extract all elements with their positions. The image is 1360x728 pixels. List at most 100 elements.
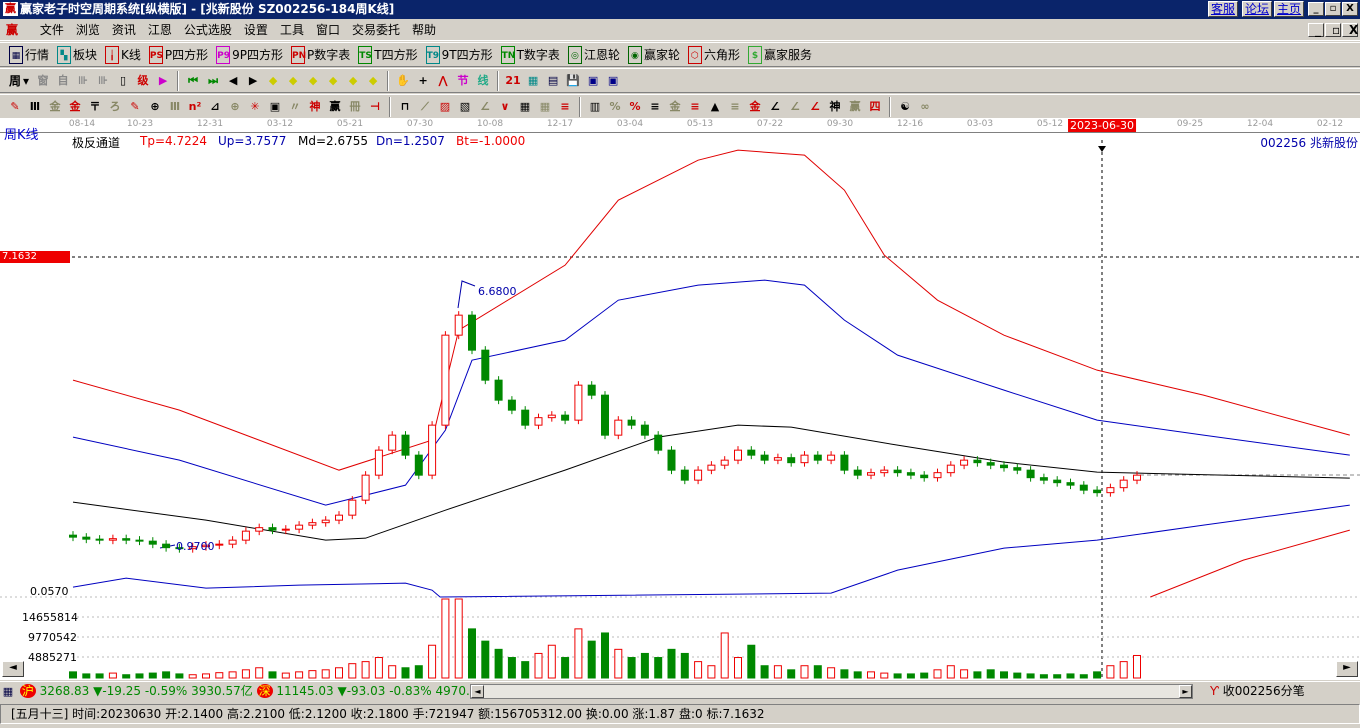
candle-body [707,464,716,471]
volume-bar [308,670,317,679]
candle-body [680,469,689,481]
volume-bar [906,673,915,679]
volume-bar [494,648,503,679]
channel-line-dn [72,504,1350,598]
candle-body [614,419,623,436]
shanghai-index: 3268.83 ▼-19.25 -0.59% 3930.57亿 [39,684,253,698]
candle-body [574,384,583,421]
volume-tick: 4885271 [28,651,77,664]
volume-bar [507,657,516,679]
candle-body [747,449,756,456]
max-price-label: 6.6800 [478,285,517,298]
volume-bar [281,672,290,679]
volume-bar [1053,674,1062,679]
scroll-right-button[interactable]: ► [1336,661,1358,677]
volume-bar [295,671,304,679]
candle-body [507,399,516,411]
candle-body [148,540,157,545]
candle-body [361,474,370,501]
volume-bar [853,671,862,679]
volume-bar [241,669,250,679]
candle-body [374,449,383,476]
volume-bar [215,672,224,679]
volume-bar [268,671,277,679]
candle-body [335,514,343,521]
volume-bar [654,657,663,679]
lower-axis-label: 0.0570 [30,585,69,598]
volume-bar [694,661,703,679]
volume-bar [162,671,171,679]
candle-body [773,457,782,461]
candle-body [228,539,237,545]
volume-bar [414,665,423,679]
tick-detail-label: 收002256分笔 [1222,684,1305,698]
tick-detail-link[interactable]: Ƴ 收002256分笔 [1210,682,1305,701]
volume-bar [1133,654,1141,679]
candle-body [308,522,317,526]
volume-bar [680,652,689,679]
volume-bar [747,644,756,679]
volume-bar [640,652,649,679]
volume-bar [82,673,91,679]
volume-bar [840,669,849,679]
candle-body [1053,479,1062,484]
price-marker-label: 7.1632 [0,251,70,263]
candle-body [973,459,982,464]
bar-info: [五月十三] 时间:20230630 开:2.1400 高:2.2100 低:2… [0,704,1360,724]
candle-body [760,454,769,461]
candle-body [1013,467,1022,471]
candle-body [813,454,822,461]
scrollbar-left[interactable]: ◄ [471,685,484,698]
volume-bar [880,672,889,679]
candle-body [906,472,915,476]
candle-body [627,419,636,426]
volume-bar [614,648,623,679]
volume-bar [481,640,490,679]
candle-body [827,454,836,461]
volume-bar [388,665,397,679]
candle-body [1133,474,1141,481]
candle-body [1066,482,1075,486]
quote-table-icon[interactable]: ▦ [0,683,16,701]
volume-bar [933,669,942,679]
candle-body [720,459,729,466]
volume-bar [441,598,450,679]
candle-body [853,469,862,476]
candle-body [388,434,397,451]
volume-bar [148,672,157,679]
candle-body [321,519,330,524]
volume-bar [827,667,836,679]
volume-tick: 14655814 [22,611,78,624]
volume-bar [468,628,476,679]
candle-body [867,472,875,476]
antenna-icon: Ƴ [1210,684,1219,698]
volume-bar [348,663,357,679]
candle-body [694,469,703,481]
candle-body [414,454,423,476]
candle-body [428,424,437,476]
volume-bar [175,673,184,679]
volume-bar [428,644,437,679]
candle-body [1079,484,1088,491]
candle-body [135,539,144,542]
volume-bar [374,657,383,679]
candle-body [162,543,171,549]
candle-body [933,472,942,479]
candle-body [1119,479,1128,489]
horizontal-scrollbar[interactable]: ◄ ► [470,684,1193,699]
scroll-left-button[interactable]: ◄ [2,661,24,677]
volume-bar [800,665,809,679]
volume-bar [228,671,237,679]
scrollbar-right[interactable]: ► [1179,685,1192,698]
candle-body [468,314,476,351]
candle-body [986,462,995,466]
candle-body [734,449,742,461]
candle-body [840,454,849,471]
volume-bar [986,669,995,679]
candle-body [69,534,77,538]
volume-bar [1119,661,1128,679]
volume-bar [1000,671,1008,679]
candle-body [640,424,649,436]
volume-bar [1039,674,1048,679]
candle-body [401,434,410,456]
